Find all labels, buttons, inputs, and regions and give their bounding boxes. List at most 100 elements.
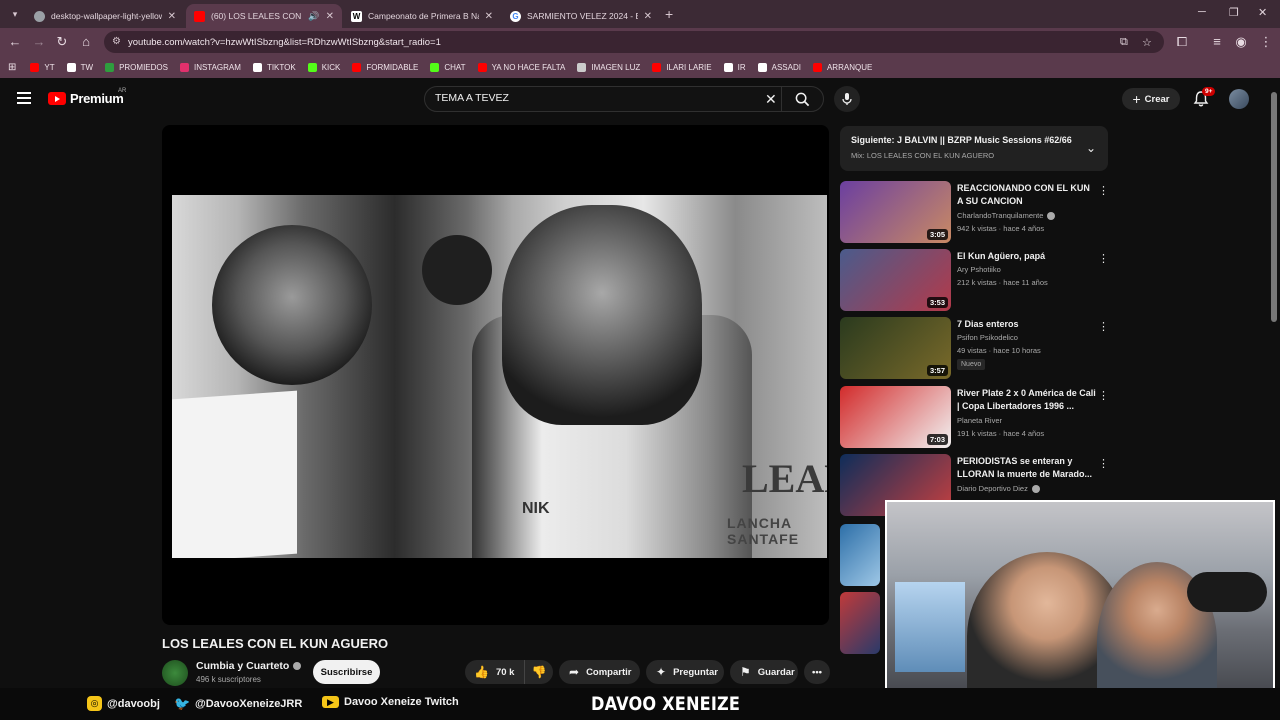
search-button[interactable] — [781, 87, 823, 111]
bookmark-chat[interactable]: CHAT — [430, 62, 466, 72]
bookmark-arranque[interactable]: ARRANQUE — [812, 62, 872, 72]
dislike-button[interactable]: 👎 — [525, 665, 553, 679]
bookmark-promiedos[interactable]: PROMIEDOS — [105, 62, 168, 72]
share-button[interactable]: ➦ Compartir — [559, 660, 640, 684]
recommended-video[interactable]: 3:53 El Kun Agüero, papá Ary Pshotiiko 212 … — [840, 249, 1110, 311]
subscribe-button[interactable]: Suscribirse — [313, 660, 380, 684]
bookmark-tiktok[interactable]: TIKTOK — [252, 62, 296, 72]
bookmark-ir[interactable]: IR — [723, 62, 746, 72]
reading-list-icon[interactable]: ≡ — [1209, 34, 1225, 49]
recommended-video[interactable]: 3:57 7 Dias enteros Psifon Psikodelico 49 v… — [840, 317, 1110, 379]
wall-poster — [895, 582, 965, 672]
page-scrollbar[interactable] — [1271, 92, 1277, 322]
youtube-premium-logo[interactable]: Premium AR — [48, 88, 126, 106]
video-banner-text: LEALE — [742, 456, 827, 501]
video-thumbnail[interactable]: 3:53 — [840, 249, 951, 311]
partial-thumbnail[interactable] — [840, 592, 880, 654]
search-input[interactable] — [435, 92, 755, 104]
share-icon: ➦ — [569, 665, 580, 679]
bookmark-star-icon[interactable]: ☆ — [1142, 36, 1152, 49]
install-app-icon[interactable]: ⧉ — [1120, 36, 1128, 49]
bookmark-imagen-luz[interactable]: IMAGEN LUZ — [577, 62, 640, 72]
home-icon[interactable]: ⌂ — [78, 34, 94, 49]
bookmark-yt[interactable]: YT — [30, 62, 55, 72]
recommended-title[interactable]: River Plate 2 x 0 América de Cali | Copa… — [957, 387, 1097, 413]
reload-icon[interactable]: ↻ — [54, 34, 70, 50]
save-button[interactable]: ⚑ Guardar — [730, 660, 798, 684]
bookmark-ya-no-hace-falta[interactable]: YA NO HACE FALTA — [477, 62, 566, 72]
recommended-title[interactable]: El Kun Agüero, papá — [957, 250, 1097, 263]
extensions-icon[interactable]: ⧠ — [1174, 34, 1190, 50]
recommended-video[interactable]: 7:03 River Plate 2 x 0 América de Cali | … — [840, 386, 1110, 448]
audio-playing-icon[interactable]: 🔊 — [308, 11, 319, 22]
like-button[interactable]: 👍 70 k — [465, 660, 525, 684]
bookmark-tw[interactable]: TW — [66, 62, 93, 72]
browser-menu-icon[interactable]: ⋮ — [1258, 34, 1274, 50]
up-next-panel[interactable]: Siguiente: J BALVIN || BZRP Music Sessio… — [840, 126, 1108, 171]
back-icon[interactable]: ← — [7, 34, 23, 49]
more-horizontal-icon: ••• — [812, 666, 822, 678]
channel-avatar[interactable] — [162, 660, 188, 686]
bookmark-formidable[interactable]: FORMIDABLE — [352, 62, 418, 72]
hamburger-menu-icon[interactable] — [17, 92, 31, 104]
recommended-channel[interactable]: Psifon Psikodelico — [957, 333, 1018, 342]
close-tab-icon[interactable]: ✕ — [326, 11, 334, 22]
clear-search-icon[interactable]: ✕ — [765, 91, 777, 108]
account-avatar[interactable] — [1229, 89, 1249, 109]
recommended-channel[interactable]: Ary Pshotiiko — [957, 265, 1001, 274]
bookmark-assadi[interactable]: ASSADI — [757, 62, 801, 72]
voice-search-button[interactable] — [834, 86, 860, 112]
ask-button[interactable]: ✦ Preguntar — [646, 660, 724, 684]
bookmark-favicon-icon — [105, 62, 115, 72]
recommended-video[interactable]: 3:05 REACCIONANDO CON EL KUN A SU CANCION… — [840, 181, 1110, 243]
more-vertical-icon[interactable]: ⋮ — [1098, 389, 1109, 402]
recommended-meta: 212 k vistas · hace 11 años — [957, 278, 1048, 287]
restore-icon[interactable]: ❐ — [1229, 6, 1239, 19]
up-next-mix: Mix: LOS LEALES CON EL KUN AGUERO — [851, 151, 995, 160]
video-thumbnail[interactable]: 3:05 — [840, 181, 951, 243]
more-vertical-icon[interactable]: ⋮ — [1098, 252, 1109, 265]
bookmark-label: YA NO HACE FALTA — [491, 62, 566, 72]
close-window-icon[interactable]: ✕ — [1258, 6, 1267, 19]
create-button[interactable]: + Crear — [1122, 88, 1180, 110]
recommended-title[interactable]: 7 Dias enteros — [957, 318, 1097, 331]
video-duration: 3:05 — [926, 229, 948, 240]
browser-tab[interactable]: desktop-wallpaper-light-yellow ✕ — [26, 4, 184, 28]
close-tab-icon[interactable]: ✕ — [485, 11, 493, 22]
address-bar[interactable]: ⚙ youtube.com/watch?v=hzwWtISbzng&list=R… — [104, 31, 1164, 53]
partial-thumbnail[interactable] — [840, 524, 880, 586]
bookmark-favicon-icon — [252, 62, 262, 72]
chevron-down-icon[interactable]: ⌄ — [1086, 141, 1096, 155]
recommended-channel[interactable]: Diario Deportivo Diez — [957, 484, 1040, 494]
more-vertical-icon[interactable]: ⋮ — [1098, 184, 1109, 197]
bookmark-kick[interactable]: KICK — [307, 62, 340, 72]
apps-grid-icon[interactable]: ⊞ — [8, 62, 16, 73]
recommended-meta: 191 k vistas · hace 4 años — [957, 429, 1045, 438]
forward-icon[interactable]: → — [31, 34, 47, 49]
video-player[interactable]: NIK LEALE LANCHA SANTAFE — [162, 125, 829, 625]
bookmark-instagram[interactable]: INSTAGRAM — [179, 62, 241, 72]
recommended-title[interactable]: PERIODISTAS se enteran y LLORAN la muert… — [957, 455, 1097, 481]
tab-search-icon[interactable]: ▾ — [6, 5, 24, 23]
microphone-icon — [842, 93, 852, 105]
minimize-icon[interactable]: ─ — [1198, 6, 1206, 18]
browser-tab[interactable]: W Campeonato de Primera B Nacional ✕ — [343, 4, 501, 28]
channel-name-link[interactable]: Cumbia y Cuarteto — [196, 660, 302, 672]
close-tab-icon[interactable]: ✕ — [644, 11, 652, 22]
browser-tab[interactable]: G SARMIENTO VELEZ 2024 - Buscar ✕ — [502, 4, 660, 28]
more-vertical-icon[interactable]: ⋮ — [1098, 320, 1109, 333]
recommended-channel[interactable]: CharlandoTranquilamente — [957, 211, 1056, 221]
site-info-icon[interactable]: ⚙ — [112, 36, 121, 47]
video-thumbnail[interactable]: 3:57 — [840, 317, 951, 379]
browser-tab-active[interactable]: (60) LOS LEALES CON EL KUN 🔊 ✕ — [186, 4, 342, 28]
close-tab-icon[interactable]: ✕ — [168, 11, 176, 22]
new-tab-icon[interactable]: + — [665, 6, 673, 22]
bookmark-ilari-larie[interactable]: ILARI LARIE — [652, 62, 712, 72]
recommended-title[interactable]: REACCIONANDO CON EL KUN A SU CANCION — [957, 182, 1097, 208]
profile-icon[interactable]: ◉ — [1233, 34, 1249, 50]
more-vertical-icon[interactable]: ⋮ — [1098, 457, 1109, 470]
recommended-channel[interactable]: Planeta River — [957, 416, 1002, 425]
more-actions-button[interactable]: ••• — [804, 660, 830, 684]
video-thumbnail[interactable]: 7:03 — [840, 386, 951, 448]
tab-title: SARMIENTO VELEZ 2024 - Buscar — [527, 11, 638, 21]
